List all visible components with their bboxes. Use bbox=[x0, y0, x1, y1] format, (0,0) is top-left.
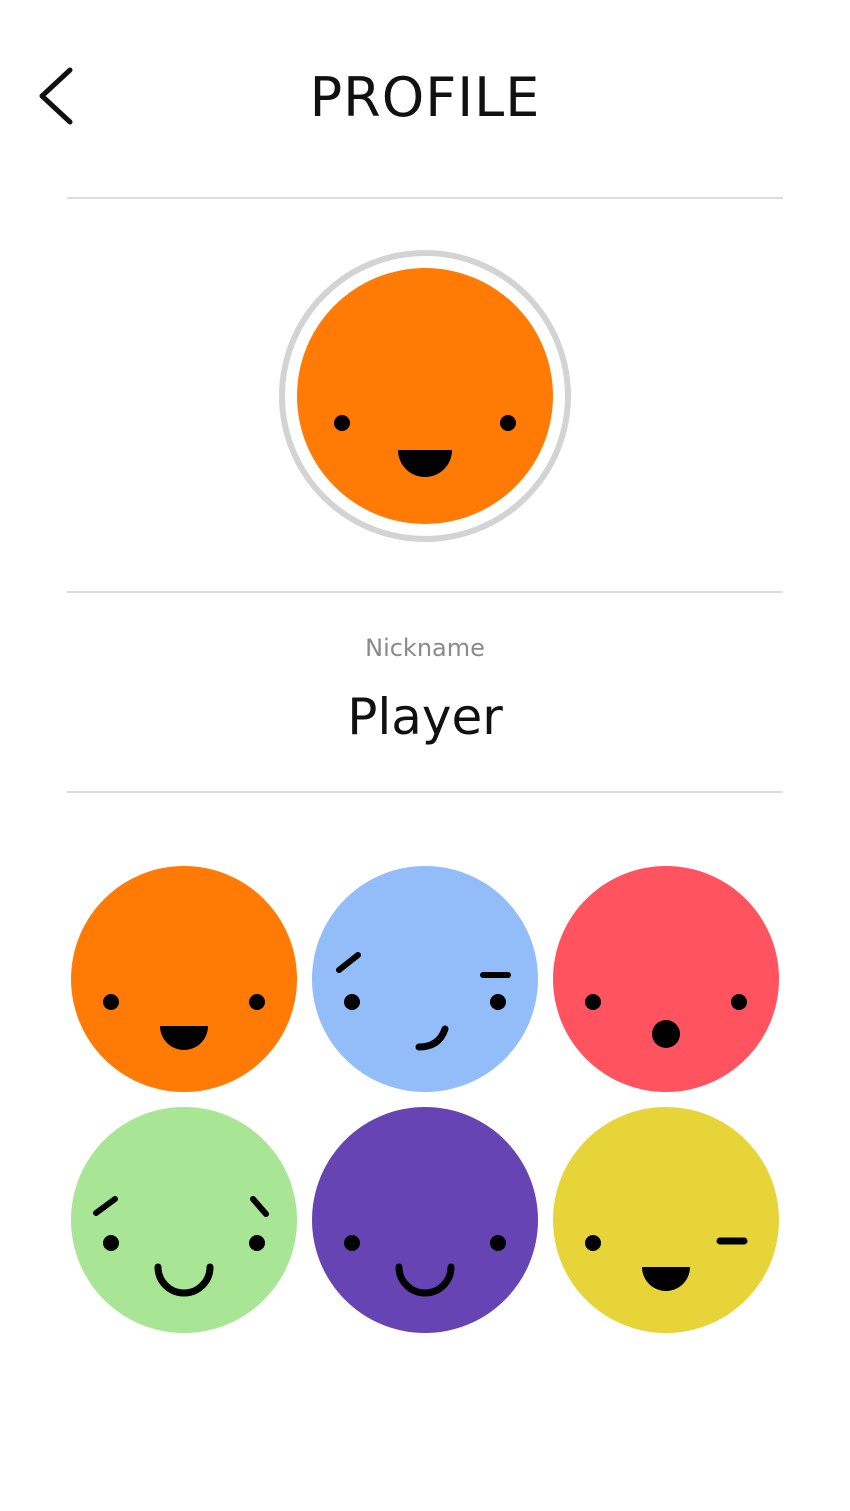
nickname-field[interactable]: Player bbox=[0, 684, 850, 750]
avatar-face bbox=[553, 1107, 779, 1333]
mouth bbox=[652, 1020, 680, 1048]
avatar-option-blue[interactable] bbox=[311, 865, 539, 1093]
avatar-option-red[interactable] bbox=[552, 865, 780, 1093]
left-eye bbox=[585, 994, 601, 1010]
divider bbox=[67, 591, 783, 593]
avatar-face bbox=[553, 866, 779, 1092]
right-eye bbox=[731, 994, 747, 1010]
nickname-label: Nickname bbox=[365, 634, 485, 662]
right-eye bbox=[490, 994, 506, 1010]
left-eye bbox=[103, 1235, 119, 1251]
left-eye bbox=[344, 1235, 360, 1251]
right-eye bbox=[249, 1235, 265, 1251]
left-eye bbox=[103, 994, 119, 1010]
right-eye bbox=[490, 1235, 506, 1251]
avatar-face bbox=[71, 866, 297, 1092]
divider bbox=[67, 197, 783, 199]
page-title: PROFILE bbox=[309, 66, 541, 129]
avatar-option-orange[interactable] bbox=[70, 865, 298, 1093]
left-eye bbox=[585, 1235, 601, 1251]
right-eye bbox=[249, 994, 265, 1010]
avatar-face bbox=[71, 1107, 297, 1333]
divider bbox=[67, 791, 783, 793]
avatar-option-purple[interactable] bbox=[311, 1106, 539, 1334]
avatar-face bbox=[297, 268, 553, 524]
avatar-option-yellow[interactable] bbox=[552, 1106, 780, 1334]
right-eye bbox=[500, 415, 516, 431]
avatar-option-green[interactable] bbox=[70, 1106, 298, 1334]
left-eye bbox=[344, 994, 360, 1010]
selected-avatar[interactable] bbox=[278, 249, 572, 543]
avatar-face bbox=[312, 1107, 538, 1333]
avatar-face bbox=[312, 866, 538, 1092]
left-eye bbox=[334, 415, 350, 431]
